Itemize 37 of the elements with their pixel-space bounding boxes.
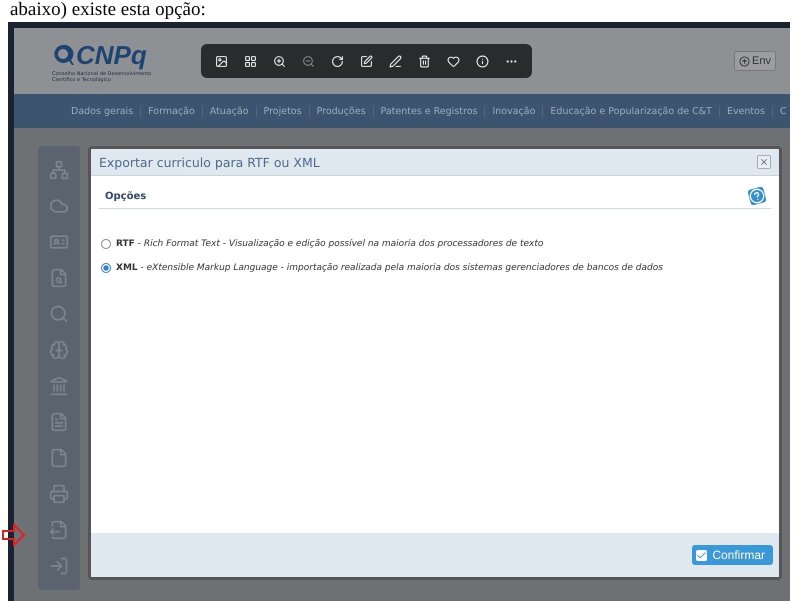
nav-link[interactable]: Eventos	[720, 106, 773, 116]
caption-text: abaixo) existe esta opção:	[9, 0, 207, 22]
info-icon[interactable]	[476, 54, 490, 68]
zoom-out-icon[interactable]	[302, 54, 316, 68]
nav-link[interactable]: Patentes e Registros	[374, 106, 486, 116]
nav-link[interactable]: C	[772, 106, 790, 116]
arrow-icon	[2, 524, 26, 546]
nav-link[interactable]: Projetos	[256, 106, 310, 116]
help-icon[interactable]	[747, 186, 767, 206]
dialog-title: Exportar curriculo para RTF ou XML	[99, 154, 320, 170]
rotate-icon[interactable]	[331, 54, 344, 68]
option-label: XML - eXtensible Markup Language - importação realizada pela maioria dos sistemas gerenciadores de bancos de dados	[116, 263, 663, 273]
confirm-button[interactable]: Confirmar	[692, 545, 773, 565]
nav-link[interactable]: Inovação	[485, 106, 544, 116]
section-title: Opções	[105, 190, 146, 202]
radio-button[interactable]	[101, 263, 111, 273]
logo-icon	[52, 43, 74, 67]
grid-icon[interactable]	[244, 54, 258, 68]
nav-link[interactable]: Produções	[310, 106, 374, 116]
nav-link[interactable]: Formação	[141, 106, 203, 116]
logo-text: CNPq	[76, 40, 147, 70]
check-icon	[696, 550, 708, 560]
image-icon[interactable]	[215, 54, 228, 68]
close-button[interactable]	[757, 155, 771, 169]
nav-link[interactable]: Educação e Popularização de C&T	[543, 106, 720, 116]
radio-button[interactable]	[101, 239, 111, 249]
send-button[interactable]: Env	[734, 51, 776, 71]
nav-link[interactable]: Atuação	[202, 106, 257, 116]
pen-icon[interactable]	[389, 54, 402, 68]
delete-icon[interactable]	[418, 54, 432, 68]
upload-icon	[739, 56, 750, 66]
edit-icon[interactable]	[360, 54, 374, 68]
nav-link[interactable]: Dados gerais	[64, 106, 142, 116]
zoom-in-icon[interactable]	[273, 54, 286, 68]
close-icon	[759, 157, 769, 167]
option-label: RTF - Rich Format Text - Visualização e edição possível na maioria dos processadores de texto	[116, 239, 544, 249]
heart-icon[interactable]	[447, 54, 460, 68]
